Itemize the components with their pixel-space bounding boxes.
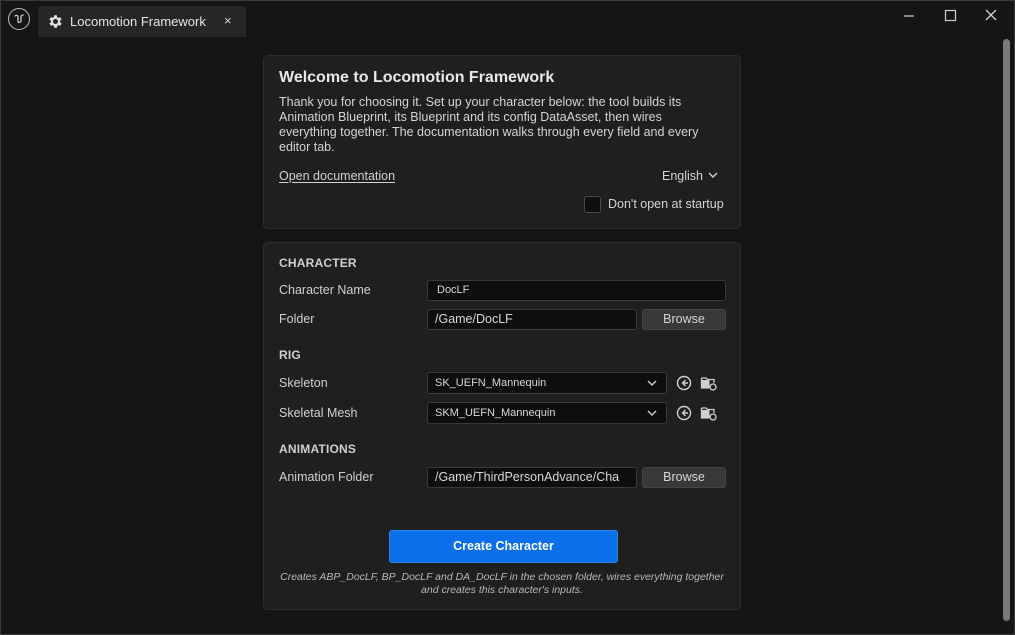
folder-input[interactable]: /Game/DocLF (427, 309, 637, 330)
use-selected-asset-icon[interactable] (675, 404, 693, 422)
app-window: Locomotion Framework × Welcome to Locomo… (0, 0, 1015, 635)
folder-browse-button[interactable]: Browse (642, 309, 726, 330)
language-value: English (662, 169, 703, 183)
welcome-body: Thank you for choosing it. Set up your c… (279, 95, 699, 154)
section-rig: RIG (279, 348, 301, 362)
create-character-button[interactable]: Create Character (389, 530, 618, 563)
animation-folder-input[interactable]: /Game/ThirdPersonAdvance/Cha (427, 467, 637, 488)
tab-title: Locomotion Framework (70, 14, 206, 29)
welcome-panel: Welcome to Locomotion Framework Thank yo… (263, 55, 741, 229)
open-documentation-link[interactable]: Open documentation (279, 169, 395, 183)
welcome-title: Welcome to Locomotion Framework (279, 69, 555, 86)
browse-to-asset-icon[interactable] (700, 374, 718, 392)
character-setup-panel: CHARACTER Character Name DocLF Folder /G… (263, 242, 741, 610)
browse-to-asset-icon[interactable] (700, 404, 718, 422)
close-icon[interactable]: × (224, 13, 232, 28)
animation-folder-browse-button[interactable]: Browse (642, 467, 726, 488)
tab-locomotion-framework[interactable]: Locomotion Framework × (38, 6, 246, 37)
character-name-input[interactable]: DocLF (427, 280, 726, 301)
title-bar[interactable]: Locomotion Framework × (1, 1, 1014, 37)
chevron-down-icon (646, 378, 658, 391)
dont-open-label: Don't open at startup (608, 197, 724, 211)
dont-open-checkbox[interactable] (584, 196, 601, 213)
create-hint: Creates ABP_DocLF, BP_DocLF and DA_DocLF… (280, 571, 724, 596)
section-character: CHARACTER (279, 256, 357, 270)
skeleton-label: Skeleton (279, 376, 328, 390)
maximize-icon[interactable] (940, 7, 960, 25)
skeleton-value: SK_UEFN_Mannequin (435, 377, 547, 389)
chevron-down-icon (646, 408, 658, 421)
skeletal-mesh-label: Skeletal Mesh (279, 406, 358, 420)
minimize-icon[interactable] (899, 7, 919, 25)
unreal-logo-icon[interactable] (8, 8, 30, 30)
skeleton-select[interactable]: SK_UEFN_Mannequin (427, 372, 667, 394)
section-animations: ANIMATIONS (279, 442, 357, 456)
skeletal-mesh-value: SKM_UEFN_Mannequin (435, 407, 556, 419)
language-dropdown[interactable]: English (662, 169, 719, 183)
window-close-icon[interactable] (981, 7, 1001, 25)
skeletal-mesh-select[interactable]: SKM_UEFN_Mannequin (427, 402, 667, 424)
character-name-label: Character Name (279, 283, 371, 297)
gear-icon (47, 13, 64, 30)
use-selected-asset-icon[interactable] (675, 374, 693, 392)
animation-folder-label: Animation Folder (279, 470, 374, 484)
vertical-scrollbar[interactable] (1003, 39, 1010, 621)
chevron-down-icon (707, 169, 719, 183)
folder-label: Folder (279, 312, 315, 326)
